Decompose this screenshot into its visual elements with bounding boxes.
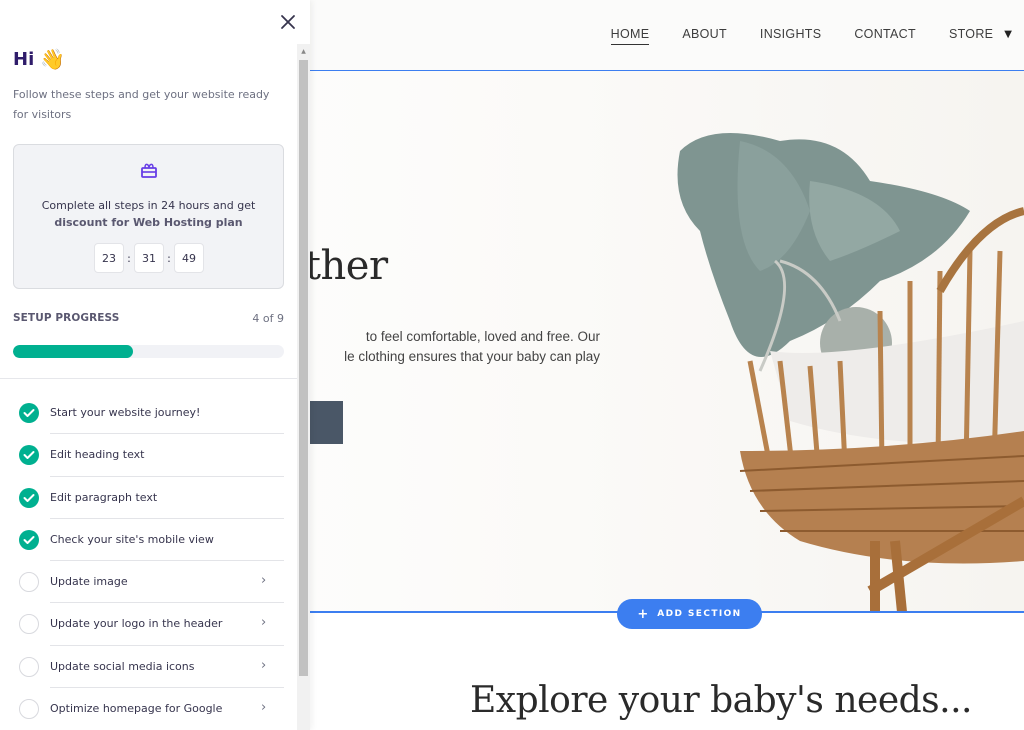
timer-seconds: 49 <box>174 243 204 273</box>
chevron-right-icon[interactable]: › <box>261 658 266 673</box>
setup-progress-fill <box>13 345 134 358</box>
divider <box>0 378 297 379</box>
plus-icon: + <box>637 606 649 622</box>
greeting: Hi 👋 <box>13 47 65 71</box>
setup-step-label: Update social media icons <box>50 659 195 673</box>
empty-circle-icon <box>19 699 39 720</box>
setup-progress-bar <box>13 345 284 358</box>
setup-progress-label: SETUP PROGRESS <box>13 312 120 324</box>
scrollbar-thumb[interactable] <box>299 60 308 676</box>
setup-step-item[interactable]: Optimize homepage for Google › <box>0 688 297 730</box>
close-icon[interactable] <box>278 12 298 32</box>
check-circle-icon <box>19 445 39 466</box>
explore-heading[interactable]: Explore your baby's needs... <box>470 680 972 721</box>
add-section-button[interactable]: + ADD SECTION <box>617 599 762 629</box>
setup-step-label: Start your website journey! <box>50 406 201 419</box>
scroll-up-arrow-icon[interactable]: ▲ <box>297 44 310 58</box>
nav-store[interactable]: STORE <box>949 27 993 45</box>
waving-hand-icon: 👋 <box>40 47 66 71</box>
chevron-right-icon[interactable]: › <box>261 700 266 715</box>
onboarding-panel: Hi 👋 Follow these steps and get your web… <box>0 0 310 730</box>
setup-step-item[interactable]: Update your logo in the header › <box>0 603 297 646</box>
caret-down-icon[interactable]: ▼ <box>1004 29 1012 40</box>
setup-step-label: Edit heading text <box>50 448 145 462</box>
setup-step-item[interactable]: Check your site's mobile view <box>0 519 297 562</box>
gift-icon <box>141 163 157 178</box>
timer-hours: 23 <box>94 243 124 273</box>
setup-step-label: Optimize homepage for Google <box>50 702 223 716</box>
promo-line: Complete all steps in 24 hours and get <box>41 199 256 212</box>
nav-contact[interactable]: CONTACT <box>854 27 916 45</box>
discount-promo-card: Complete all steps in 24 hours and get d… <box>13 144 284 289</box>
setup-step-label: Update your logo in the header <box>50 617 223 631</box>
setup-step-item[interactable]: Edit heading text <box>0 434 297 477</box>
chevron-right-icon[interactable]: › <box>261 615 266 630</box>
setup-step-label: Update image <box>50 575 128 589</box>
nav-insights[interactable]: INSIGHTS <box>760 27 821 45</box>
setup-step-item[interactable]: Update social media icons › <box>0 646 297 689</box>
timer-separator: : <box>127 251 131 265</box>
hero-image-bassinet[interactable] <box>640 121 1024 612</box>
greeting-text: Hi <box>13 48 35 70</box>
promo-text: Complete all steps in 24 hours and get d… <box>14 197 283 231</box>
check-circle-icon <box>19 487 39 508</box>
setup-step-label: Check your site's mobile view <box>50 532 214 546</box>
empty-circle-icon <box>19 656 39 677</box>
main-nav: HOME ABOUT INSIGHTS CONTACT STORE ▼ <box>578 27 1012 45</box>
check-circle-icon <box>19 403 39 423</box>
countdown-timer: 23 : 31 : 49 <box>94 243 204 273</box>
empty-circle-icon <box>19 614 39 635</box>
setup-progress-count: 4 of 9 <box>252 312 284 325</box>
setup-step-item[interactable]: Edit paragraph text <box>0 477 297 519</box>
setup-step-item[interactable]: Start your website journey! <box>0 392 297 435</box>
empty-circle-icon <box>19 572 39 593</box>
setup-step-label: Edit paragraph text <box>50 490 158 504</box>
setup-step-item[interactable]: Update image › <box>0 561 297 604</box>
timer-separator: : <box>167 251 171 265</box>
intro-text: Follow these steps and get your website … <box>13 88 270 121</box>
add-section-label: ADD SECTION <box>657 609 742 619</box>
promo-highlight: discount for Web Hosting plan <box>54 216 243 229</box>
setup-steps-list: Start your website journey! Edit heading … <box>0 392 297 730</box>
chevron-right-icon[interactable]: › <box>261 573 266 588</box>
panel-scrollbar[interactable]: ▲ <box>297 44 310 730</box>
timer-minutes: 31 <box>134 243 164 273</box>
nav-home[interactable]: HOME <box>610 27 650 45</box>
check-circle-icon <box>19 529 39 550</box>
nav-about[interactable]: ABOUT <box>682 27 727 45</box>
